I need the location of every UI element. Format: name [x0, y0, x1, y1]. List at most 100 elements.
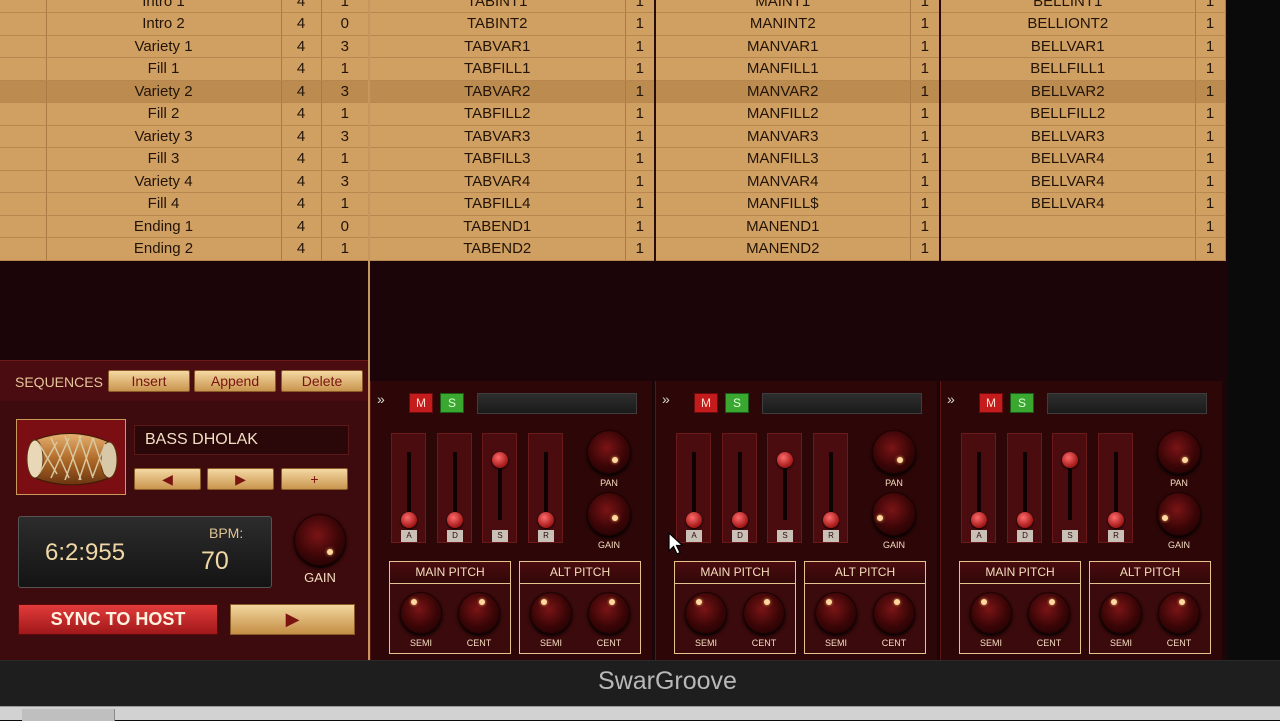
table-cell[interactable]: TABEND1 — [369, 215, 626, 238]
table-cell[interactable]: 1 — [321, 0, 370, 13]
semi-knob[interactable] — [1100, 592, 1142, 634]
play-button[interactable]: ▶ — [230, 604, 355, 635]
table-row[interactable]: Fill 4 4 1 TABFILL4 1 MANFILL$ 1 BELLVAR4 1 — [0, 192, 1226, 216]
table-cell[interactable]: Intro 1 — [46, 0, 282, 13]
envelope-fader[interactable]: S — [1052, 433, 1087, 543]
table-cell[interactable]: Variety 4 — [46, 170, 282, 193]
envelope-fader[interactable]: D — [437, 433, 472, 543]
table-cell[interactable]: 4 — [281, 12, 322, 36]
table-row[interactable]: Intro 2 4 0 TABINT2 1 MANINT2 1 BELLIONT2 1 — [0, 12, 1226, 36]
fader-handle[interactable] — [1062, 452, 1078, 468]
table-cell[interactable]: 4 — [281, 80, 322, 103]
table-cell[interactable]: 4 — [281, 0, 322, 13]
fader-handle[interactable] — [447, 512, 463, 528]
table-row[interactable]: Variety 1 4 3 TABVAR1 1 MANVAR1 1 BELLVAR1 1 — [0, 35, 1226, 58]
table-row[interactable]: Ending 2 4 1 TABEND2 1 MANEND2 1 1 — [0, 237, 1226, 261]
table-cell[interactable]: 1 — [625, 125, 656, 148]
table-cell[interactable] — [940, 215, 1196, 238]
semi-knob[interactable] — [400, 592, 442, 634]
table-cell[interactable]: Variety 3 — [46, 125, 282, 148]
solo-button[interactable]: S — [440, 393, 464, 413]
table-cell[interactable]: 1 — [625, 170, 656, 193]
channel-name-field[interactable] — [1047, 393, 1207, 414]
table-cell[interactable]: 1 — [625, 192, 656, 216]
table-cell[interactable]: 1 — [910, 125, 941, 148]
table-cell[interactable]: 3 — [321, 35, 370, 58]
table-cell[interactable]: 1 — [910, 0, 941, 13]
table-cell[interactable]: MANVAR3 — [655, 125, 911, 148]
table-cell[interactable]: 1 — [625, 237, 656, 261]
fader-handle[interactable] — [538, 512, 554, 528]
pan-knob[interactable] — [1157, 430, 1201, 474]
table-cell[interactable]: TABVAR3 — [369, 125, 626, 148]
table-cell[interactable]: BELLVAR1 — [940, 35, 1196, 58]
fader-handle[interactable] — [401, 512, 417, 528]
gain-knob[interactable] — [587, 492, 631, 536]
table-cell[interactable]: BELLFILL2 — [940, 102, 1196, 126]
fader-handle[interactable] — [823, 512, 839, 528]
add-instrument-button[interactable]: + — [281, 468, 348, 490]
table-cell[interactable]: 4 — [281, 170, 322, 193]
table-cell[interactable]: 1 — [1195, 192, 1226, 216]
table-cell[interactable]: TABEND2 — [369, 237, 626, 261]
table-cell[interactable]: MAINT1 — [655, 0, 911, 13]
table-cell[interactable]: 4 — [281, 192, 322, 216]
table-cell[interactable]: Fill 2 — [46, 102, 282, 126]
mute-button[interactable]: M — [979, 393, 1003, 413]
table-cell[interactable]: 1 — [1195, 147, 1226, 171]
channel-name-field[interactable] — [477, 393, 637, 414]
table-cell[interactable]: BELLIONT2 — [940, 12, 1196, 36]
table-row[interactable]: Variety 4 4 3 TABVAR4 1 MANVAR4 1 BELLVAR4 1 — [0, 170, 1226, 193]
table-cell[interactable]: 1 — [1195, 215, 1226, 238]
table-cell[interactable]: 4 — [281, 35, 322, 58]
table-cell[interactable]: 1 — [910, 237, 941, 261]
table-cell[interactable]: 1 — [910, 192, 941, 216]
table-row[interactable]: Fill 2 4 1 TABFILL2 1 MANFILL2 1 BELLFILL2 1 — [0, 102, 1226, 126]
table-cell[interactable]: 1 — [1195, 12, 1226, 36]
table-cell[interactable]: Ending 1 — [46, 215, 282, 238]
table-cell[interactable]: 3 — [321, 170, 370, 193]
table-cell[interactable]: MANVAR2 — [655, 80, 911, 103]
cent-knob[interactable] — [588, 592, 630, 634]
collapse-icon[interactable]: » — [947, 391, 955, 407]
table-cell[interactable]: 1 — [321, 237, 370, 261]
gain-knob[interactable] — [872, 492, 916, 536]
table-cell[interactable]: 1 — [625, 35, 656, 58]
table-cell[interactable]: BELLVAR3 — [940, 125, 1196, 148]
table-cell[interactable]: 0 — [321, 12, 370, 36]
table-cell[interactable] — [940, 237, 1196, 261]
table-cell[interactable]: MANEND2 — [655, 237, 911, 261]
envelope-fader[interactable]: S — [767, 433, 802, 543]
table-cell[interactable]: 1 — [625, 80, 656, 103]
pan-knob[interactable] — [872, 430, 916, 474]
table-cell[interactable]: 4 — [281, 102, 322, 126]
channel-name-field[interactable] — [762, 393, 922, 414]
table-cell[interactable]: BELLVAR4 — [940, 192, 1196, 216]
table-cell[interactable]: MANFILL$ — [655, 192, 911, 216]
table-cell[interactable]: BELLINT1 — [940, 0, 1196, 13]
table-cell[interactable]: MANVAR1 — [655, 35, 911, 58]
fader-handle[interactable] — [732, 512, 748, 528]
table-cell[interactable]: 1 — [625, 12, 656, 36]
envelope-fader[interactable]: A — [676, 433, 711, 543]
table-cell[interactable]: 4 — [281, 215, 322, 238]
table-cell[interactable]: MANVAR4 — [655, 170, 911, 193]
table-cell[interactable]: TABVAR1 — [369, 35, 626, 58]
table-cell[interactable]: TABFILL1 — [369, 57, 626, 81]
table-cell[interactable]: Variety 1 — [46, 35, 282, 58]
table-cell[interactable]: 4 — [281, 237, 322, 261]
collapse-icon[interactable]: » — [662, 391, 670, 407]
cent-knob[interactable] — [743, 592, 785, 634]
master-gain-knob[interactable] — [294, 514, 346, 566]
envelope-fader[interactable]: R — [528, 433, 563, 543]
sync-to-host-button[interactable]: SYNC TO HOST — [18, 604, 218, 635]
table-cell[interactable]: TABINT1 — [369, 0, 626, 13]
table-row[interactable]: Variety 3 4 3 TABVAR3 1 MANVAR3 1 BELLVAR3 1 — [0, 125, 1226, 148]
table-cell[interactable]: 4 — [281, 125, 322, 148]
table-cell[interactable]: Variety 2 — [46, 80, 282, 103]
table-cell[interactable]: 1 — [910, 80, 941, 103]
table-cell[interactable]: 0 — [321, 215, 370, 238]
table-cell[interactable]: 1 — [625, 57, 656, 81]
fader-handle[interactable] — [971, 512, 987, 528]
table-row[interactable]: Fill 3 4 1 TABFILL3 1 MANFILL3 1 BELLVAR4 1 — [0, 147, 1226, 171]
